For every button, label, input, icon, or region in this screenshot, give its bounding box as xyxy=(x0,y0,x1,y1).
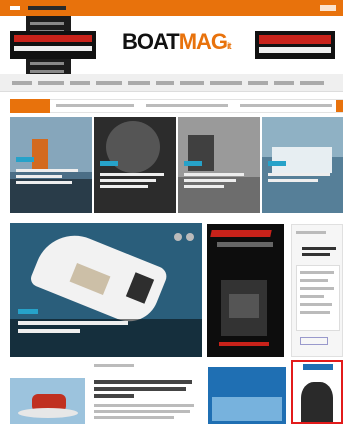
nav-item[interactable] xyxy=(210,81,242,85)
article-excerpt xyxy=(94,416,174,419)
featured-tile[interactable] xyxy=(10,117,92,213)
sidebar-ad-engine[interactable] xyxy=(207,224,284,357)
featured-tile[interactable] xyxy=(178,117,260,213)
nav-item[interactable] xyxy=(70,81,90,85)
ticker-next-icon[interactable] xyxy=(336,100,343,112)
ticker-label xyxy=(10,99,50,113)
dropdown-item[interactable] xyxy=(30,22,64,25)
salone-ad-secondary[interactable] xyxy=(291,360,343,424)
top-menu-label[interactable] xyxy=(10,6,20,10)
top-bar xyxy=(0,0,343,16)
article-title[interactable] xyxy=(94,380,192,384)
main-nav xyxy=(0,74,343,92)
nav-item[interactable] xyxy=(300,81,324,85)
nav-item[interactable] xyxy=(180,81,204,85)
sidebar-widget xyxy=(291,224,343,357)
ticker-item[interactable] xyxy=(146,104,228,107)
dropdown-item[interactable] xyxy=(30,62,64,65)
prev-arrow-icon[interactable] xyxy=(174,233,182,241)
nav-item[interactable] xyxy=(96,81,122,85)
nav-item[interactable] xyxy=(38,81,64,85)
nav-item[interactable] xyxy=(128,81,150,85)
top-menu-item-active[interactable] xyxy=(28,6,66,10)
article-thumb[interactable] xyxy=(10,378,85,424)
salone-ad[interactable] xyxy=(208,367,286,424)
dropdown-item[interactable] xyxy=(30,70,64,73)
article-title[interactable] xyxy=(94,387,186,391)
nav-item[interactable] xyxy=(274,81,294,85)
ticker-item[interactable] xyxy=(56,104,134,107)
header-ad-left[interactable] xyxy=(10,31,96,59)
section-header xyxy=(94,364,134,367)
article-title[interactable] xyxy=(94,394,134,398)
next-arrow-icon[interactable] xyxy=(186,233,194,241)
nav-item[interactable] xyxy=(12,81,32,85)
site-logo[interactable]: BOATMAGit xyxy=(122,29,232,61)
article-excerpt xyxy=(94,404,194,407)
nav-item[interactable] xyxy=(156,81,174,85)
featured-tile[interactable] xyxy=(262,117,343,213)
social-icons[interactable] xyxy=(320,5,336,11)
lead-story[interactable] xyxy=(10,223,202,357)
nav-item[interactable] xyxy=(248,81,268,85)
sidebar-button[interactable] xyxy=(300,337,328,345)
article-excerpt xyxy=(94,410,190,413)
ticker-item[interactable] xyxy=(240,104,332,107)
header-ad-right[interactable] xyxy=(255,31,335,59)
featured-tile[interactable] xyxy=(94,117,176,213)
